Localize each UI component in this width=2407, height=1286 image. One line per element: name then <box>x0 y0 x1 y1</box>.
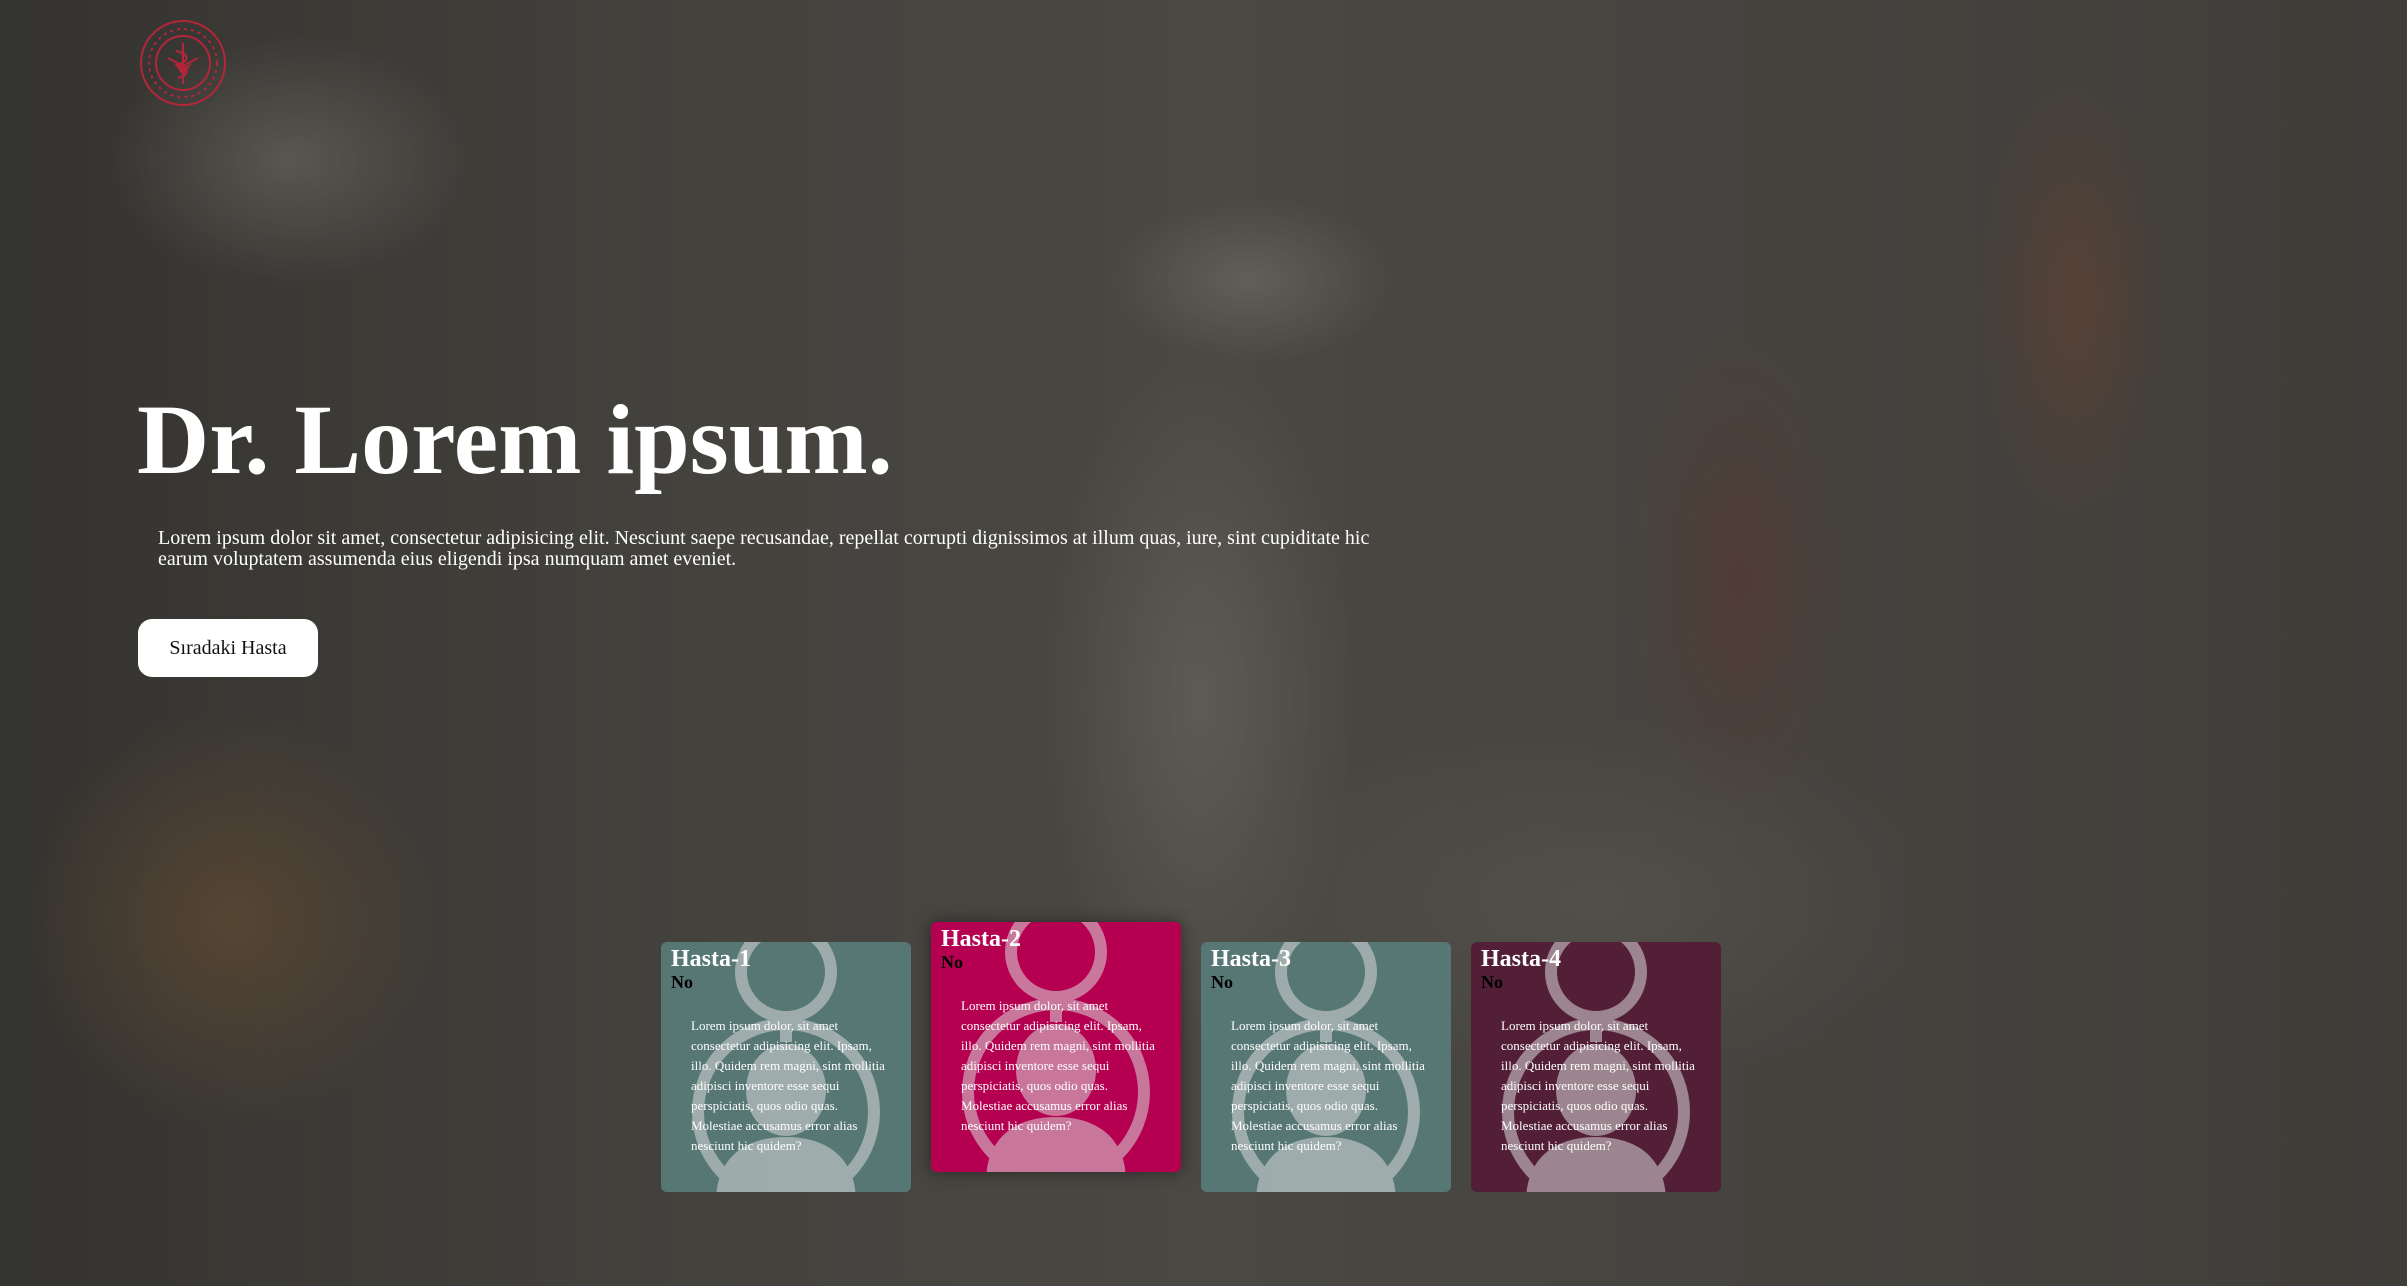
patient-title: Hasta-3 <box>1211 946 1291 972</box>
patient-title: Hasta-2 <box>941 926 1021 952</box>
hero-description: Lorem ipsum dolor sit amet, consectetur … <box>158 527 1370 570</box>
patient-number: No <box>941 952 963 972</box>
page-title: Dr. Lorem ipsum. <box>137 384 893 495</box>
patient-card-4[interactable]: Hasta-4 No Lorem ipsum dolor, sit amet c… <box>1471 942 1721 1192</box>
patient-number: No <box>1211 972 1233 992</box>
next-patient-button[interactable]: Sıradaki Hasta <box>138 619 318 677</box>
patient-description: Lorem ipsum dolor, sit amet consectetur … <box>1231 1018 1425 1153</box>
patient-description: Lorem ipsum dolor, sit amet consectetur … <box>691 1018 885 1153</box>
patient-card-3[interactable]: Hasta-3 No Lorem ipsum dolor, sit amet c… <box>1201 942 1451 1192</box>
patient-description: Lorem ipsum dolor, sit amet consectetur … <box>961 998 1155 1133</box>
ministry-emblem-icon <box>140 20 226 106</box>
patient-card-2[interactable]: Hasta-2 No Lorem ipsum dolor, sit amet c… <box>931 922 1181 1172</box>
patient-number: No <box>671 972 693 992</box>
patient-description: Lorem ipsum dolor, sit amet consectetur … <box>1501 1018 1695 1153</box>
patient-card-1[interactable]: Hasta-1 No Lorem ipsum dolor, sit amet c… <box>661 942 911 1192</box>
patient-number: No <box>1481 972 1503 992</box>
patient-title: Hasta-4 <box>1481 946 1561 972</box>
patient-title: Hasta-1 <box>671 946 751 972</box>
